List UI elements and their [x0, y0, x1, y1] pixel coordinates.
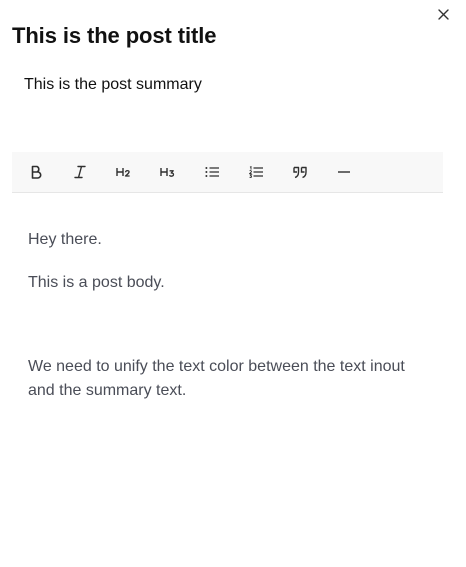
bold-icon — [29, 165, 43, 179]
italic-icon — [73, 165, 87, 179]
horizontal-rule-icon — [337, 170, 351, 174]
bullet-list-button[interactable] — [196, 152, 228, 192]
ordered-list-button[interactable] — [240, 152, 272, 192]
body-paragraph: We need to unify the text color between … — [28, 358, 405, 399]
blockquote-button[interactable] — [284, 152, 316, 192]
bullet-list-icon — [204, 166, 220, 178]
heading-2-icon — [116, 166, 132, 178]
heading-2-button[interactable] — [108, 152, 140, 192]
editor-toolbar — [12, 152, 443, 193]
post-editor: This is the post title This is the post … — [0, 0, 466, 567]
close-icon — [437, 7, 449, 25]
heading-3-button[interactable] — [152, 152, 184, 192]
post-summary-input[interactable] — [12, 70, 443, 100]
post-title-input[interactable]: This is the post title — [12, 23, 216, 49]
close-button[interactable] — [434, 6, 452, 26]
italic-button[interactable] — [64, 152, 96, 192]
horizontal-rule-button[interactable] — [328, 152, 360, 192]
body-paragraph: This is a post body. — [28, 274, 165, 291]
quote-icon — [292, 166, 308, 179]
body-paragraph: Hey there. — [28, 231, 102, 248]
bold-button[interactable] — [20, 152, 52, 192]
heading-3-icon — [160, 166, 176, 178]
ordered-list-icon — [248, 166, 264, 178]
